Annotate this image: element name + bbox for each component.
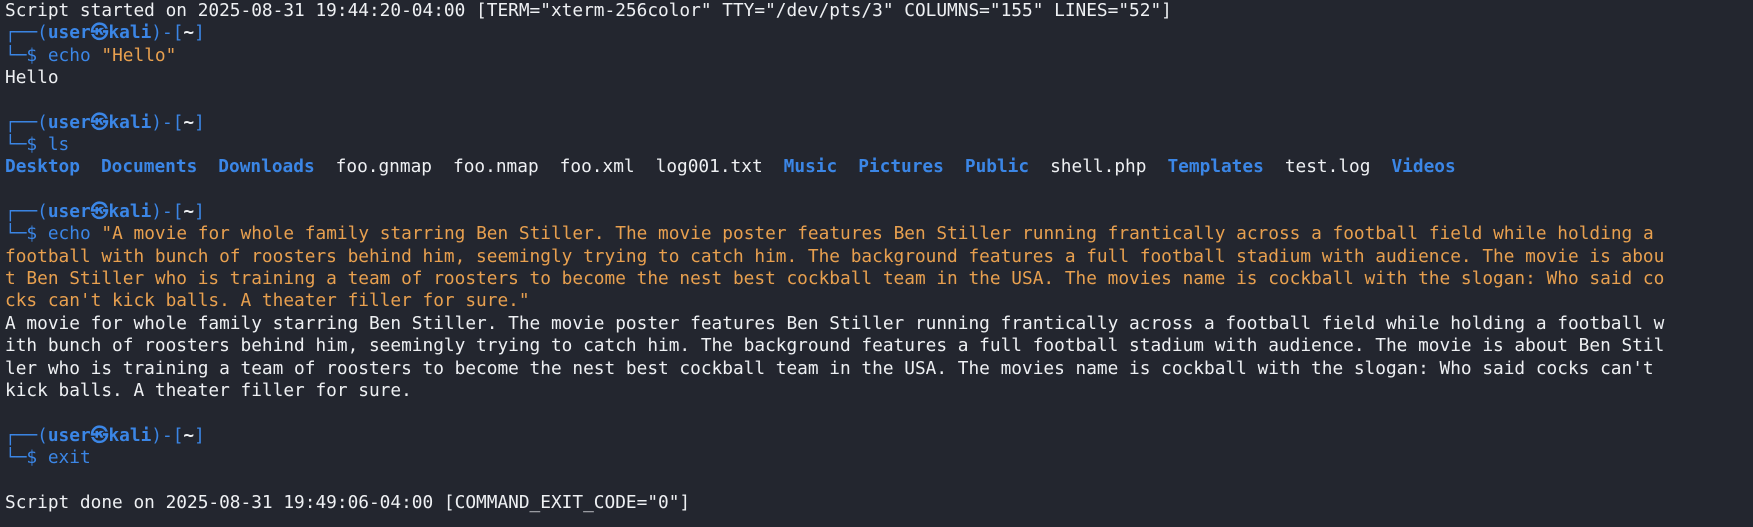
- ls-directory-entry: Videos: [1391, 156, 1456, 178]
- ls-file-entry: foo.gnmap: [335, 156, 433, 178]
- prompt-frame: ┌──(: [5, 424, 48, 446]
- prompt-host: kali: [108, 424, 152, 446]
- skull-icon: ㉿: [90, 201, 109, 223]
- prompt-user: user: [47, 201, 91, 223]
- prompt-top-line: ┌──(user㉿kali)-[~]: [5, 112, 1753, 134]
- ls-output: Desktop Documents Downloads foo.gnmap foo.nm…: [5, 156, 1753, 178]
- ls-directory-entry: Templates: [1167, 156, 1264, 178]
- command-output: ler who is training a team of roosters t…: [5, 357, 1654, 379]
- prompt-user: user: [47, 424, 91, 446]
- prompt-frame: ┌──(: [5, 201, 48, 223]
- skull-icon: ㉿: [90, 22, 109, 44]
- prompt-frame: ]: [194, 201, 205, 223]
- command-line[interactable]: └─$ echo "A movie for whole family starr…: [5, 223, 1753, 245]
- ls-directory-entry: Desktop: [5, 156, 80, 178]
- command-line[interactable]: └─$ exit: [5, 447, 1753, 469]
- ls-file-entry: log001.txt: [655, 156, 763, 178]
- prompt-cwd: ~: [183, 22, 195, 44]
- ls-file-entry: foo.xml: [559, 156, 635, 178]
- command-output: kick balls. A theater filler for sure.: [5, 379, 412, 401]
- ls-directory-entry: Music: [783, 156, 838, 178]
- command-output: ith bunch of roosters behind him, seemin…: [5, 335, 1665, 357]
- prompt-frame: ┌──(: [5, 111, 48, 133]
- ls-file-entry: foo.nmap: [453, 156, 539, 178]
- skull-icon: ㉿: [90, 424, 109, 446]
- ls-directory-entry: Downloads: [218, 156, 315, 178]
- command-line[interactable]: └─$ echo "Hello": [5, 45, 1753, 67]
- prompt-dollar: $: [26, 44, 48, 66]
- prompt-top-line: ┌──(user㉿kali)-[~]: [5, 201, 1753, 223]
- prompt-frame: └─: [5, 223, 27, 245]
- prompt-dollar: $: [26, 446, 48, 468]
- prompt-frame: ]: [194, 22, 205, 44]
- prompt-top-line: ┌──(user㉿kali)-[~]: [5, 22, 1753, 44]
- prompt-cwd: ~: [183, 424, 195, 446]
- prompt-frame: )-[: [151, 111, 184, 133]
- command-name: exit: [47, 446, 91, 468]
- prompt-frame: )-[: [151, 424, 184, 446]
- command-argument-wrap: football with bunch of roosters behind h…: [5, 245, 1665, 267]
- command-name: echo: [47, 44, 91, 66]
- script-done-line: Script done on 2025-08-31 19:49:06-04:00…: [5, 491, 691, 513]
- command-argument-wrap: cks can't kick balls. A theater filler f…: [5, 290, 530, 312]
- prompt-host: kali: [108, 22, 152, 44]
- command-output: A movie for whole family starring Ben St…: [5, 312, 1665, 334]
- skull-icon: ㉿: [90, 111, 109, 133]
- command-argument: "A movie for whole family starring Ben S…: [101, 223, 1654, 245]
- command-name: ls: [47, 134, 70, 156]
- ls-directory-entry: Public: [964, 156, 1030, 178]
- command-argument-wrap: t Ben Stiller who is training a team of …: [5, 268, 1665, 290]
- command-output: Hello: [5, 67, 59, 89]
- prompt-user: user: [47, 22, 91, 44]
- prompt-frame: ]: [194, 111, 205, 133]
- prompt-frame: )-[: [151, 201, 184, 223]
- ls-file-entry: test.log: [1284, 156, 1371, 178]
- ls-directory-entry: Documents: [100, 156, 198, 178]
- prompt-dollar: $: [26, 134, 48, 156]
- prompt-frame: └─: [5, 446, 27, 468]
- prompt-frame: └─: [5, 44, 27, 66]
- prompt-frame: ]: [194, 424, 205, 446]
- command-line[interactable]: └─$ ls: [5, 134, 1753, 156]
- command-name: echo: [47, 223, 91, 245]
- prompt-frame: └─: [5, 134, 27, 156]
- terminal-window[interactable]: Script started on 2025-08-31 19:44:20-04…: [0, 0, 1753, 527]
- prompt-dollar: $: [26, 223, 48, 245]
- prompt-host: kali: [108, 201, 152, 223]
- prompt-frame: ┌──(: [5, 22, 48, 44]
- prompt-cwd: ~: [183, 201, 195, 223]
- prompt-cwd: ~: [183, 111, 195, 133]
- command-argument: "Hello": [101, 44, 177, 66]
- prompt-top-line: ┌──(user㉿kali)-[~]: [5, 425, 1753, 447]
- ls-file-entry: shell.php: [1050, 156, 1147, 178]
- prompt-frame: )-[: [151, 22, 184, 44]
- prompt-host: kali: [108, 111, 152, 133]
- ls-directory-entry: Pictures: [858, 156, 944, 178]
- prompt-user: user: [47, 111, 91, 133]
- script-start-line: Script started on 2025-08-31 19:44:20-04…: [5, 0, 1172, 21]
